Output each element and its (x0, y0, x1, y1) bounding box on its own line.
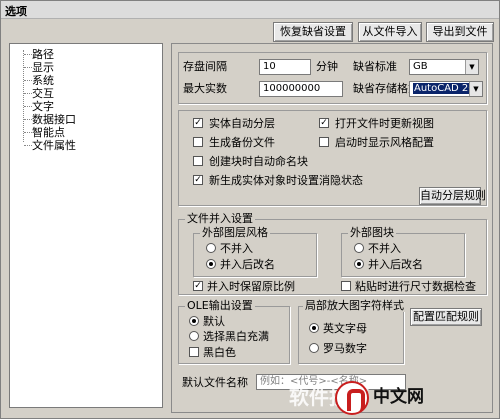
default-format-select[interactable]: AutoCAD 2004 ▼ (409, 81, 483, 97)
config-match-rules-button[interactable]: 配置匹配规则 (410, 308, 482, 326)
create-block-auto-name-checkbox[interactable] (193, 156, 203, 166)
tree-item-interaction[interactable]: 交互 (10, 87, 162, 100)
local-zoom-style-title: 局部放大图字符样式 (303, 299, 406, 312)
default-standard-select[interactable]: GB ▼ (409, 59, 479, 75)
title-bar: 选项 (1, 1, 499, 19)
external-style-no-merge-radio[interactable] (206, 243, 216, 253)
keep-scale-label: 并入时保留原比例 (207, 280, 295, 293)
ole-default-radio[interactable] (189, 316, 199, 326)
external-style-rename-radio[interactable] (206, 259, 216, 269)
tree-item-text[interactable]: 文字 (10, 100, 162, 113)
size-check-on-paste-checkbox[interactable] (341, 281, 351, 291)
restore-default-button[interactable]: 恢复缺省设置 (273, 22, 353, 42)
settings-panel: 存盘间隔 10 分钟 最大实数 100000000 缺省标准 GB ▼ 缺省存储… (171, 43, 493, 413)
php-logo-icon (335, 381, 369, 415)
default-filename-label: 默认文件名称 (182, 376, 248, 389)
local-zoom-english-label: 英文字母 (323, 322, 367, 335)
tree-item-file-properties[interactable]: 文件属性 (10, 139, 162, 152)
tree-item-data-interface[interactable]: 数据接口 (10, 113, 162, 126)
file-settings-section: 存盘间隔 10 分钟 最大实数 100000000 缺省标准 GB ▼ 缺省存储… (178, 52, 487, 104)
tree-item-path[interactable]: 路径 (10, 48, 162, 61)
external-style-rename-label: 并入后改名 (220, 258, 275, 271)
auto-layer-rules-button[interactable]: 自动分层规则 (419, 187, 486, 205)
external-block-group: 外部图块 不并入 并入后改名 (341, 227, 465, 277)
external-block-no-merge-radio[interactable] (354, 243, 364, 253)
create-block-auto-name-label: 创建块时自动命名块 (209, 155, 308, 168)
default-standard-label: 缺省标准 (353, 60, 397, 73)
external-block-rename-radio[interactable] (354, 259, 364, 269)
chevron-down-icon[interactable]: ▼ (469, 82, 482, 96)
file-merge-title: 文件并入设置 (185, 212, 255, 225)
entity-auto-layer-label: 实体自动分层 (209, 117, 275, 130)
ole-default-label: 默认 (203, 315, 225, 328)
ole-fill-radio[interactable] (189, 331, 199, 341)
window-title: 选项 (5, 5, 27, 18)
category-tree[interactable]: 路径 显示 系统 交互 文字 数据接口 智能点 文件属性 (9, 43, 163, 408)
startup-show-style-checkbox[interactable] (319, 137, 329, 147)
autosave-unit-label: 分钟 (316, 60, 338, 73)
max-undo-label: 最大实数 (183, 82, 227, 95)
create-backup-checkbox[interactable] (193, 137, 203, 147)
tree-item-smart-point[interactable]: 智能点 (10, 126, 162, 139)
ole-bw-label: 黑白色 (203, 346, 236, 359)
local-zoom-roman-radio[interactable] (309, 343, 319, 353)
external-block-title: 外部图块 (348, 226, 396, 239)
entity-auto-layer-checkbox[interactable]: ✓ (193, 118, 203, 128)
keep-scale-checkbox[interactable]: ✓ (193, 281, 203, 291)
local-zoom-roman-label: 罗马数字 (323, 342, 367, 355)
open-file-update-view-label: 打开文件时更新视图 (335, 117, 434, 130)
export-to-file-button[interactable]: 导出到文件 (426, 22, 494, 42)
file-merge-section: 文件并入设置 外部图层风格 不并入 并入后改名 外部图块 不并入 并入后改名 ✓… (178, 213, 487, 295)
new-entity-set-hidden-checkbox[interactable]: ✓ (193, 175, 203, 185)
ole-fill-label: 选择黑白充满 (203, 330, 269, 343)
new-entity-set-hidden-label: 新生成实体对象时设置消隐状态 (209, 174, 363, 187)
local-zoom-style-section: 局部放大图字符样式 英文字母 罗马数字 (298, 300, 406, 364)
external-block-no-merge-label: 不并入 (368, 242, 401, 255)
ole-output-section: OLE输出设置 默认 选择黑白充满 黑白色 (178, 300, 290, 364)
external-style-no-merge-label: 不并入 (220, 242, 253, 255)
max-undo-input[interactable]: 100000000 (259, 81, 343, 97)
import-from-file-button[interactable]: 从文件导入 (358, 22, 422, 42)
local-zoom-english-radio[interactable] (309, 323, 319, 333)
external-block-rename-label: 并入后改名 (368, 258, 423, 271)
size-check-on-paste-label: 粘贴时进行尺寸数据检查 (355, 280, 476, 293)
tree-item-display[interactable]: 显示 (10, 61, 162, 74)
watermark-logo: 中文网 (335, 378, 495, 416)
options-dialog: 选项 恢复缺省设置 从文件导入 导出到文件 路径 显示 系统 交互 文字 数据接… (0, 0, 500, 419)
chevron-down-icon[interactable]: ▼ (465, 60, 478, 74)
external-layer-style-title: 外部图层风格 (200, 226, 270, 239)
watermark-logo-text: 中文网 (373, 387, 424, 407)
external-layer-style-group: 外部图层风格 不并入 并入后改名 (193, 227, 317, 277)
ole-bw-checkbox[interactable] (189, 347, 199, 357)
autosave-label: 存盘间隔 (183, 60, 227, 73)
autosave-interval-input[interactable]: 10 (259, 59, 311, 75)
startup-show-style-label: 启动时显示风格配置 (335, 136, 434, 149)
general-options-section: ✓ 实体自动分层 ✓ 打开文件时更新视图 生成备份文件 启动时显示风格配置 创建… (178, 110, 487, 206)
create-backup-label: 生成备份文件 (209, 136, 275, 149)
ole-output-title: OLE输出设置 (185, 299, 255, 312)
open-file-update-view-checkbox[interactable]: ✓ (319, 118, 329, 128)
tree-item-system[interactable]: 系统 (10, 74, 162, 87)
